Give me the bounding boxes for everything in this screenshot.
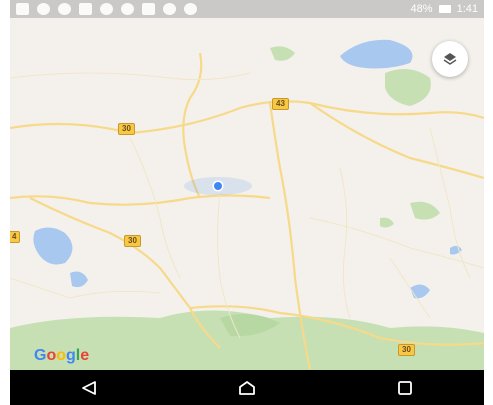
map-view[interactable]: 43 30 30 30 4 Google	[10, 18, 484, 371]
road-shield: 4	[10, 231, 21, 243]
home-button[interactable]	[227, 373, 267, 403]
notification-icon	[58, 3, 71, 15]
notification-icon	[16, 3, 29, 15]
recents-square-icon	[398, 380, 412, 395]
clock: 1:41	[456, 3, 478, 15]
notification-icon	[184, 3, 197, 15]
notification-icon	[100, 3, 113, 15]
map-canvas[interactable]	[10, 18, 484, 371]
navigation-bar	[10, 370, 484, 405]
road-shield: 30	[118, 123, 135, 135]
battery-icon	[438, 5, 451, 13]
home-icon	[239, 380, 255, 395]
road-shield: 30	[124, 235, 141, 247]
status-right: 48% 1:41	[411, 3, 478, 15]
phone-screen: 48% 1:41 43 30 30 30 4 Google	[10, 0, 484, 405]
notification-icon	[142, 3, 155, 15]
back-triangle-icon	[82, 380, 96, 395]
layers-button[interactable]	[432, 41, 468, 77]
current-location-dot[interactable]	[214, 182, 222, 190]
notification-icon	[121, 3, 134, 15]
back-button[interactable]	[69, 373, 109, 403]
recents-button[interactable]	[385, 373, 425, 403]
notification-icons	[16, 3, 197, 15]
google-logo: Google	[34, 347, 90, 364]
battery-percent: 48%	[410, 3, 433, 15]
layers-icon	[443, 53, 457, 65]
notification-icon	[163, 3, 176, 15]
notification-icon	[37, 3, 50, 15]
road-shield: 30	[398, 344, 415, 356]
road-shield: 43	[272, 98, 289, 110]
status-bar: 48% 1:41	[10, 0, 484, 18]
notification-icon	[79, 3, 92, 15]
